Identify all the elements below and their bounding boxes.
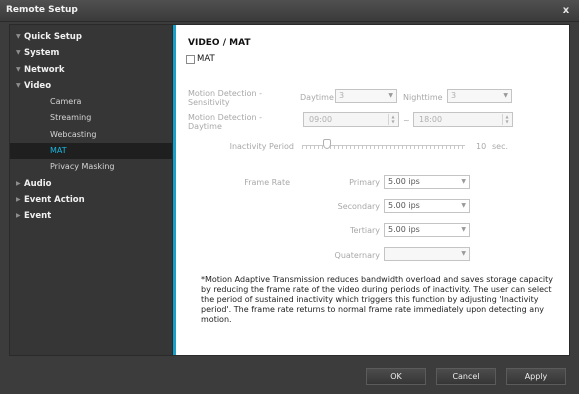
sidebar-item-event[interactable]: ▶ Event	[10, 208, 172, 224]
chevron-down-icon: ▼	[461, 202, 466, 209]
apply-button[interactable]: Apply	[506, 368, 566, 385]
tertiary-frame-rate-value: 5.00 ips	[388, 225, 420, 234]
tertiary-label: Tertiary	[349, 226, 380, 235]
inactivity-period-label: Inactivity Period	[229, 142, 294, 151]
quaternary-label: Quaternary	[334, 251, 380, 260]
nighttime-sensitivity-select[interactable]: 3 ▼	[447, 89, 512, 103]
secondary-frame-rate-select[interactable]: 5.00 ips ▼	[384, 199, 470, 213]
title-bar: Remote Setup x	[0, 0, 579, 22]
inactivity-value: 10	[476, 142, 487, 151]
mat-checkbox-row: MAT	[186, 53, 215, 65]
nighttime-label: Nighttime	[403, 93, 443, 102]
daytime-end-stepper[interactable]: 18:00 ▲ ▼	[413, 112, 513, 127]
close-icon[interactable]: x	[559, 4, 573, 18]
sidebar-item-label: Network	[24, 64, 65, 75]
secondary-frame-rate-value: 5.00 ips	[388, 201, 420, 210]
window-title: Remote Setup	[6, 5, 78, 15]
mat-checkbox[interactable]	[186, 54, 195, 64]
daytime-sensitivity-select[interactable]: 3 ▼	[335, 89, 397, 103]
daytime-start-stepper[interactable]: 09:00 ▲ ▼	[303, 112, 399, 127]
sidebar-item-audio[interactable]: ▶ Audio	[10, 176, 172, 192]
sidebar-item-network[interactable]: ▼ Network	[10, 62, 172, 78]
sidebar: ▼ Quick Setup ▼ System ▼ Network ▼ Video…	[10, 25, 172, 355]
triangle-right-icon[interactable]: ▶	[16, 192, 23, 208]
sidebar-item-video[interactable]: ▼ Video	[10, 78, 172, 94]
sidebar-item-label: Video	[24, 80, 52, 91]
secondary-label: Secondary	[337, 202, 380, 211]
sidebar-item-webcasting[interactable]: Webcasting	[10, 127, 172, 143]
settings-tree: ▼ Quick Setup ▼ System ▼ Network ▼ Video…	[10, 25, 172, 225]
frame-rate-label: Frame Rate	[244, 178, 290, 187]
sidebar-item-camera[interactable]: Camera	[10, 94, 172, 110]
primary-frame-rate-value: 5.00 ips	[388, 177, 420, 186]
sidebar-item-privacy-masking[interactable]: Privacy Masking	[10, 159, 172, 175]
tertiary-frame-rate-select[interactable]: 5.00 ips ▼	[384, 223, 470, 237]
settings-panel: VIDEO / MAT MAT Motion Detection - Sensi…	[173, 25, 569, 355]
chevron-down-icon: ▼	[503, 92, 508, 99]
mat-description-note: *Motion Adaptive Transmission reduces ba…	[201, 275, 553, 324]
primary-frame-rate-select[interactable]: 5.00 ips ▼	[384, 175, 470, 189]
mat-checkbox-label: MAT	[197, 54, 215, 64]
inactivity-slider-thumb[interactable]	[323, 139, 331, 149]
time-range-separator: ~	[403, 116, 410, 125]
cancel-button[interactable]: Cancel	[436, 368, 496, 385]
daytime-sensitivity-value: 3	[339, 91, 345, 100]
sidebar-item-system[interactable]: ▼ System	[10, 45, 172, 61]
chevron-down-icon[interactable]: ▼	[503, 119, 511, 124]
motion-daytime-label: Motion Detection - Daytime	[188, 113, 262, 131]
sidebar-item-label: Event	[24, 211, 52, 222]
sidebar-item-label: Audio	[24, 178, 52, 189]
daytime-label: Daytime	[300, 93, 334, 102]
triangle-down-icon[interactable]: ▼	[16, 45, 23, 61]
stepper-buttons[interactable]: ▲ ▼	[502, 114, 511, 125]
page-title: VIDEO / MAT	[188, 38, 251, 48]
triangle-right-icon[interactable]: ▶	[16, 176, 23, 192]
triangle-down-icon[interactable]: ▼	[16, 78, 23, 94]
daytime-start-value: 09:00	[309, 115, 333, 124]
nighttime-sensitivity-value: 3	[451, 91, 457, 100]
inactivity-unit: sec.	[492, 142, 509, 151]
quaternary-frame-rate-select[interactable]: ▼	[384, 247, 470, 261]
chevron-down-icon: ▼	[388, 92, 393, 99]
sidebar-item-label: System	[24, 48, 60, 59]
sidebar-item-mat[interactable]: MAT	[10, 143, 172, 160]
chevron-down-icon: ▼	[461, 250, 466, 257]
ok-button[interactable]: OK	[366, 368, 426, 385]
sidebar-item-quick-setup[interactable]: ▼ Quick Setup	[10, 29, 172, 45]
chevron-down-icon: ▼	[461, 178, 466, 185]
motion-sensitivity-label: Motion Detection - Sensitivity	[188, 89, 262, 107]
sidebar-item-streaming[interactable]: Streaming	[10, 110, 172, 126]
chevron-down-icon[interactable]: ▼	[389, 119, 397, 124]
stepper-buttons[interactable]: ▲ ▼	[388, 114, 397, 125]
sidebar-item-event-action[interactable]: ▶ Event Action	[10, 192, 172, 208]
triangle-down-icon[interactable]: ▼	[16, 62, 23, 78]
primary-label: Primary	[349, 178, 380, 187]
triangle-down-icon[interactable]: ▼	[16, 29, 23, 45]
chevron-down-icon: ▼	[461, 226, 466, 233]
daytime-end-value: 18:00	[419, 115, 443, 124]
triangle-right-icon[interactable]: ▶	[16, 208, 23, 224]
sidebar-item-label: Quick Setup	[24, 32, 82, 42]
sidebar-item-label: Event Action	[24, 194, 85, 205]
